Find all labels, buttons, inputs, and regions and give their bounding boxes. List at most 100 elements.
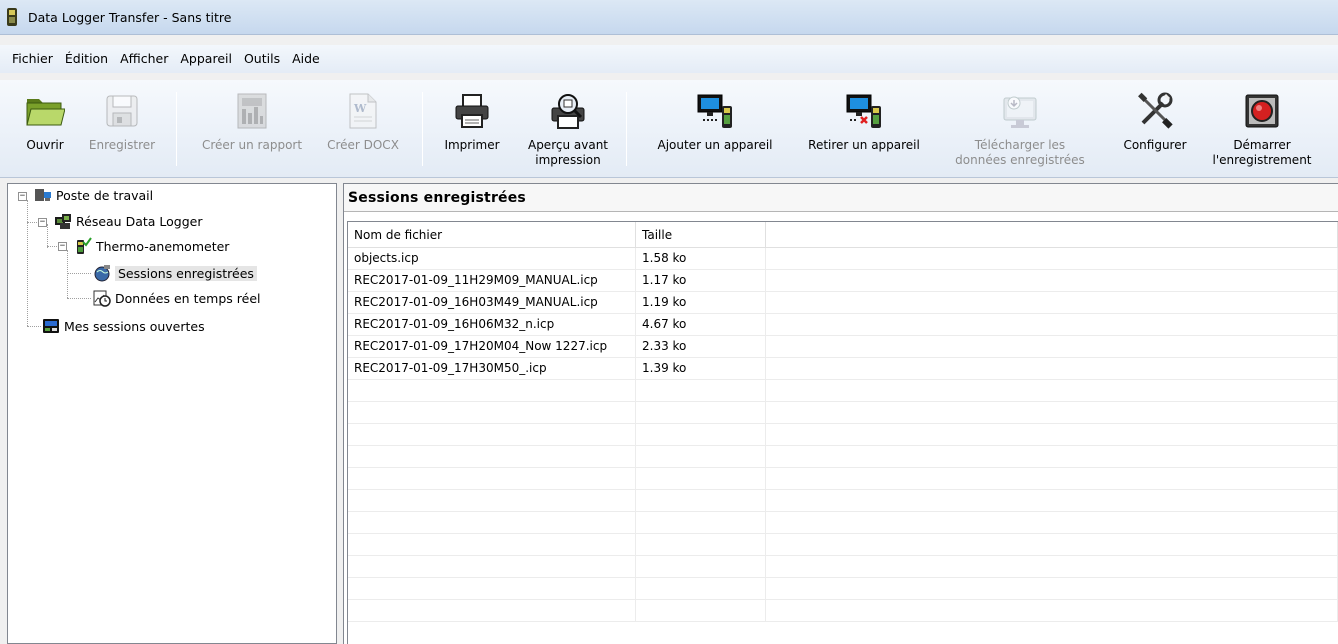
sessions-panel: Sessions enregistrées Nom de fichier Tai… [343,183,1338,644]
cell-filename [348,512,636,533]
column-header-size[interactable]: Taille [636,222,766,248]
device-check-icon [77,237,92,254]
computer-icon [35,189,51,201]
folder-icon [24,90,66,132]
cell-size: 2.33 ko [636,336,766,357]
table-row[interactable]: REC2017-01-09_16H03M49_MANUAL.icp 1.19 ko [348,292,1338,314]
cell-filename [348,578,636,599]
cell-filename [348,402,636,423]
cell-empty [766,358,1338,379]
cell-empty [766,424,1338,445]
cell-empty [766,534,1338,555]
cell-empty [766,402,1338,423]
tree-item-realtime[interactable]: Données en temps réel [93,287,260,309]
collapse-toggle[interactable]: − [38,218,47,227]
cell-filename [348,534,636,555]
start-recording-button[interactable]: Démarrer l'enregistrement [1200,84,1324,176]
cell-empty [766,292,1338,313]
cell-filename: REC2017-01-09_17H20M04_Now 1227.icp [348,336,636,357]
empty-row [348,556,1338,578]
cell-size [636,600,766,621]
empty-row [348,402,1338,424]
download-data-button[interactable]: Télécharger les données enregistrées [940,84,1100,176]
sessions-icon [43,319,59,333]
panel-title: Sessions enregistrées [344,184,1338,212]
cell-empty [766,600,1338,621]
tree-connector [67,273,91,274]
file-list[interactable]: Nom de fichier Taille objects.icp 1.58 ko… [347,221,1338,644]
cell-size [636,468,766,489]
cell-size: 1.58 ko [636,248,766,269]
menu-view[interactable]: Afficher [114,48,174,70]
column-header-empty [766,222,1338,248]
clock-chart-icon [93,290,111,307]
cell-empty [766,490,1338,511]
table-row[interactable]: REC2017-01-09_17H30M50_.icp 1.39 ko [348,358,1338,380]
open-button[interactable]: Ouvrir [14,84,76,176]
table-row[interactable]: REC2017-01-09_16H06M32_n.icp 4.67 ko [348,314,1338,336]
cell-empty [766,314,1338,335]
menu-help[interactable]: Aide [286,48,326,70]
cell-size [636,578,766,599]
save-button[interactable]: Enregistrer [84,84,160,176]
menu-edit[interactable]: Édition [59,48,114,70]
menu-tools[interactable]: Outils [238,48,286,70]
remove-device-icon [843,90,885,132]
tree-item-network[interactable]: Réseau Data Logger [54,210,202,232]
table-row[interactable]: objects.icp 1.58 ko [348,248,1338,270]
cell-filename [348,490,636,511]
cell-filename: REC2017-01-09_11H29M09_MANUAL.icp [348,270,636,291]
cell-filename [348,468,636,489]
cell-filename [348,380,636,401]
tree-connector [47,224,48,248]
tree-item-open-sessions[interactable]: Mes sessions ouvertes [42,315,205,337]
cell-filename: REC2017-01-09_16H03M49_MANUAL.icp [348,292,636,313]
menu-device[interactable]: Appareil [174,48,238,70]
tree-item-device[interactable]: Thermo-anemometer [74,235,229,257]
cell-empty [766,468,1338,489]
title-bar: Data Logger Transfer - Sans titre [0,0,1338,35]
cell-empty [766,578,1338,599]
configure-button[interactable]: Configurer [1110,84,1200,176]
create-docx-button[interactable]: W Créer DOCX [326,84,400,176]
cell-size [636,534,766,555]
print-preview-button[interactable]: Aperçu avant impression [516,84,620,176]
cell-size [636,446,766,467]
list-rows: objects.icp 1.58 ko REC2017-01-09_11H29M09… [348,248,1338,622]
tree-item-sessions[interactable]: Sessions enregistrées [93,262,257,284]
print-button[interactable]: Imprimer [434,84,510,176]
cell-filename: REC2017-01-09_17H30M50_.icp [348,358,636,379]
tree-connector [27,200,28,326]
empty-row [348,534,1338,556]
cell-empty [766,248,1338,269]
menu-bar: Fichier Édition Afficher Appareil Outils… [0,45,1338,73]
table-row[interactable]: REC2017-01-09_17H20M04_Now 1227.icp 2.33 … [348,336,1338,358]
cell-empty [766,556,1338,577]
column-header-filename[interactable]: Nom de fichier [348,222,636,248]
window-title: Data Logger Transfer - Sans titre [28,9,232,25]
printer-icon [451,90,493,132]
collapse-toggle[interactable]: − [18,192,27,201]
cell-empty [766,512,1338,533]
collapse-toggle[interactable]: − [58,242,67,251]
cell-filename [348,446,636,467]
download-monitor-icon [999,90,1041,132]
cell-filename [348,600,636,621]
cell-size [636,490,766,511]
menu-file[interactable]: Fichier [6,48,59,70]
device-tree[interactable]: − Poste de travail − Réseau Data Logger … [7,183,337,644]
app-icon [7,8,17,26]
cell-size: 4.67 ko [636,314,766,335]
tree-item-workstation[interactable]: Poste de travail [34,184,153,206]
create-report-button[interactable]: Créer un rapport [190,84,314,176]
empty-row [348,380,1338,402]
add-device-button[interactable]: Ajouter un appareil [640,84,790,176]
cell-size [636,556,766,577]
tree-connector [67,250,68,298]
remove-device-button[interactable]: Retirer un appareil [794,84,934,176]
table-row[interactable]: REC2017-01-09_11H29M09_MANUAL.icp 1.17 ko [348,270,1338,292]
tools-icon [1134,90,1176,132]
cell-size: 1.39 ko [636,358,766,379]
empty-row [348,512,1338,534]
cell-empty [766,380,1338,401]
